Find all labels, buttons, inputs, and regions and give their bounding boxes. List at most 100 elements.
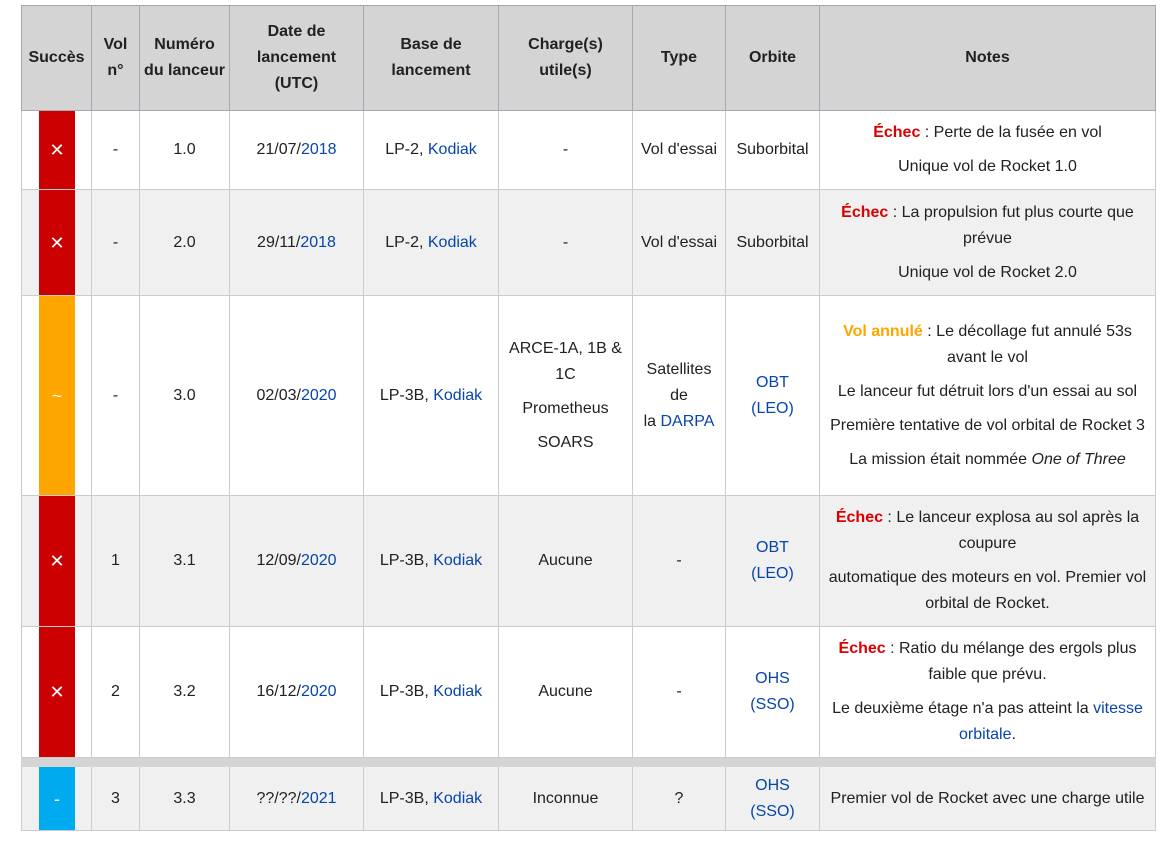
orbit-abbr-link[interactable]: (SSO) (750, 803, 794, 820)
date-cell: 12/09/2020 (229, 495, 364, 627)
notes-cell: Échec : La propulsion fut plus courte qu… (819, 189, 1156, 296)
orbit-link[interactable]: OBT (756, 374, 789, 391)
year-link[interactable]: 2018 (300, 234, 336, 251)
note-text: Unique vol de Rocket 2.0 (898, 263, 1077, 281)
header-numero: Numéro du lanceur (139, 5, 230, 111)
orbite-cell: Suborbital (725, 110, 820, 190)
launch-history-table: Succès Vol n° Numéro du lanceur Date de … (21, 5, 1156, 831)
type-prefix: la (643, 412, 661, 430)
base-prefix: LP-2, (385, 233, 428, 251)
base-prefix: LP-3B, (379, 683, 434, 700)
notes-cell: Échec : Ratio du mélange des ergols plus… (819, 626, 1156, 758)
mission-name: One of Three (1031, 450, 1126, 468)
table-row: ✕ 2 3.2 16/12/2020 LP-3B, Kodiak Aucune … (21, 626, 1156, 758)
launch-history-table-wrapper: Succès Vol n° Numéro du lanceur Date de … (21, 5, 1156, 831)
payload-item: ARCE-1A, 1B & 1C (509, 339, 622, 383)
charge-cell: Inconnue (498, 766, 633, 831)
table-row: ~ - 3.0 02/03/2020 LP-3B, Kodiak ARCE-1A… (21, 295, 1156, 496)
orbit-link[interactable]: OHS (755, 670, 790, 687)
numero-cell: 1.0 (139, 110, 230, 190)
type-cell: Vol d'essai (632, 110, 726, 190)
vol-cell: 1 (91, 495, 140, 627)
year-link[interactable]: 2021 (301, 790, 337, 807)
status-cell: ✕ (21, 495, 92, 627)
header-succes: Succès (21, 5, 92, 111)
vol-cell: - (91, 295, 140, 496)
orbit-link[interactable]: OHS (755, 777, 790, 794)
orbite-cell: OHS (SSO) (725, 626, 820, 758)
status-cell: ✕ (21, 626, 92, 758)
numero-cell: 3.1 (139, 495, 230, 627)
kodiak-link[interactable]: Kodiak (428, 141, 477, 158)
note-text: Premier vol de Rocket avec une charge ut… (830, 789, 1145, 807)
note-text: : Le lanceur explosa au sol après la cou… (882, 509, 1140, 552)
base-cell: LP-2, Kodiak (363, 110, 499, 190)
note-text: : Ratio du mélange des ergols plus faibl… (885, 640, 1137, 683)
orbit-abbr-link[interactable]: (LEO) (751, 400, 794, 417)
payload-item: SOARS (537, 433, 594, 451)
date-cell: ??/??/2021 (229, 766, 364, 831)
kodiak-link[interactable]: Kodiak (433, 790, 482, 807)
notes-cell: Premier vol de Rocket avec une charge ut… (819, 766, 1156, 831)
vol-cell: 3 (91, 766, 140, 831)
note-text: Unique vol de Rocket 1.0 (898, 158, 1077, 175)
status-cell: - (21, 766, 92, 831)
orbite-cell: Suborbital (725, 189, 820, 296)
charge-cell: ARCE-1A, 1B & 1C Prometheus SOARS (498, 295, 633, 496)
failure-label: Échec (835, 509, 883, 526)
note-text: : La propulsion fut plus courte que prév… (888, 203, 1134, 247)
orbit-link[interactable]: OBT (756, 539, 789, 556)
failure-icon: ✕ (39, 627, 75, 757)
year-link[interactable]: 2020 (301, 387, 337, 404)
date-prefix: 21/07/ (256, 141, 301, 158)
charge-cell: Aucune (498, 626, 633, 758)
cancelled-icon: ~ (39, 296, 75, 495)
numero-cell: 3.2 (139, 626, 230, 758)
kodiak-link[interactable]: Kodiak (428, 234, 477, 251)
year-link[interactable]: 2020 (301, 552, 337, 569)
vol-cell: 2 (91, 626, 140, 758)
kodiak-link[interactable]: Kodiak (433, 552, 482, 569)
header-vol: Vol n° (91, 5, 140, 111)
failure-icon: ✕ (39, 190, 75, 295)
kodiak-link[interactable]: Kodiak (433, 683, 482, 700)
planned-icon: - (39, 767, 75, 830)
failure-label: Échec (838, 640, 886, 657)
failure-label: Échec (841, 203, 889, 221)
notes-cell: Échec : Perte de la fusée en vol Unique … (819, 110, 1156, 190)
base-cell: LP-3B, Kodiak (363, 766, 499, 831)
base-prefix: LP-3B, (379, 552, 434, 569)
charge-cell: - (498, 110, 633, 190)
kodiak-link[interactable]: Kodiak (433, 387, 482, 404)
type-cell: - (632, 626, 726, 758)
date-cell: 02/03/2020 (229, 295, 364, 496)
base-prefix: LP-3B, (379, 386, 434, 404)
separator-cell (21, 757, 1156, 767)
note-text: : Le décollage fut annulé 53s avant le v… (922, 322, 1132, 366)
orbit-abbr-link[interactable]: (LEO) (751, 565, 794, 582)
type-cell: Vol d'essai (632, 189, 726, 296)
status-cell: ~ (21, 295, 92, 496)
status-cell: ✕ (21, 110, 92, 190)
note-text: : Perte de la fusée en vol (920, 124, 1102, 141)
note-text: La mission était nommée (849, 450, 1032, 468)
table-row: ✕ - 2.0 29/11/2018 LP-2, Kodiak - Vol d'… (21, 189, 1156, 296)
year-link[interactable]: 2018 (301, 141, 337, 158)
base-prefix: LP-2, (385, 141, 428, 158)
note-text: Première tentative de vol orbital de Roc… (830, 416, 1145, 434)
note-suffix: . (1011, 726, 1016, 743)
header-notes: Notes (819, 5, 1156, 111)
date-prefix: ??/??/ (256, 789, 301, 807)
base-cell: LP-3B, Kodiak (363, 295, 499, 496)
orbit-abbr-link[interactable]: (SSO) (750, 696, 794, 713)
vol-cell: - (91, 189, 140, 296)
orbite-cell: OBT (LEO) (725, 495, 820, 627)
note-text: Le deuxième étage n'a pas atteint la (832, 700, 1094, 717)
year-link[interactable]: 2020 (301, 683, 337, 700)
darpa-link[interactable]: DARPA (660, 413, 714, 430)
table-row: - 3 3.3 ??/??/2021 LP-3B, Kodiak Inconnu… (21, 766, 1156, 831)
header-row: Succès Vol n° Numéro du lanceur Date de … (21, 5, 1156, 111)
numero-cell: 3.0 (139, 295, 230, 496)
numero-cell: 2.0 (139, 189, 230, 296)
orbite-cell: OBT (LEO) (725, 295, 820, 496)
